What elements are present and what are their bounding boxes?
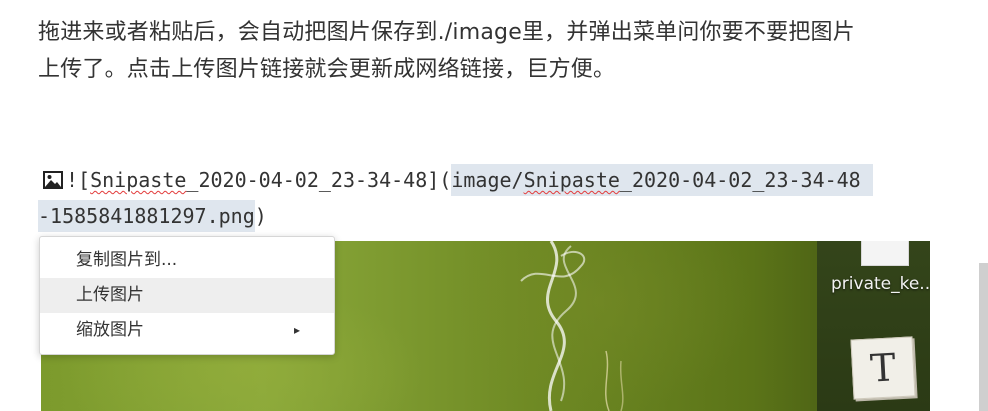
md-path-line2: -1585841881297.png [38,200,255,232]
desktop-strip: private_ke... T [817,241,930,411]
markdown-image-source-line-1[interactable]: ![Snipaste_2020-04-02_23-34-48](image/Sn… [42,164,873,196]
image-context-menu: 复制图片到... 上传图片 缩放图片 ▸ [39,236,335,355]
md-suffix: ) [254,204,267,228]
menu-item-upload-image[interactable]: 上传图片 [40,278,334,313]
menu-item-copy-image-to[interactable]: 复制图片到... [40,243,334,278]
image-icon [42,170,64,190]
desktop-file-label: private_ke... [831,274,930,294]
paragraph-line-2: 上传了。点击上传图片链接就会更新成网络链接，巨方便。 [38,57,616,82]
menu-item-zoom-image[interactable]: 缩放图片 ▸ [40,313,334,348]
chevron-right-icon: ▸ [293,323,300,337]
md-alt-rest: _2020-04-02_23-34-48]( [186,168,452,192]
md-alt-text: Snipaste [90,168,187,192]
menu-item-label: 缩放图片 [76,320,144,340]
md-path-name: Snipaste [523,168,620,192]
md-path-rest: _2020-04-02_23-34-48 [619,168,861,192]
markdown-image-source-line-2[interactable]: -1585841881297.png) [38,200,267,232]
paragraph-line-1: 拖进来或者粘贴后，会自动把图片保存到./image里，并弹出菜单问你要不要把图片 [38,20,855,45]
menu-item-label: 上传图片 [76,285,144,305]
md-path-prefix: image/ [451,168,524,192]
typora-app-icon[interactable]: T [850,336,916,400]
md-prefix: ![ [66,168,91,192]
smoke-illustration [520,241,624,411]
md-path-highlight: image/Snipaste_2020-04-02_23-34-48 [451,164,873,196]
scrollbar[interactable] [979,263,988,411]
explanation-paragraph: 拖进来或者粘贴后，会自动把图片保存到./image里，并弹出菜单问你要不要把图片… [38,14,938,88]
file-icon[interactable] [861,241,909,266]
menu-item-label: 复制图片到... [76,250,178,270]
